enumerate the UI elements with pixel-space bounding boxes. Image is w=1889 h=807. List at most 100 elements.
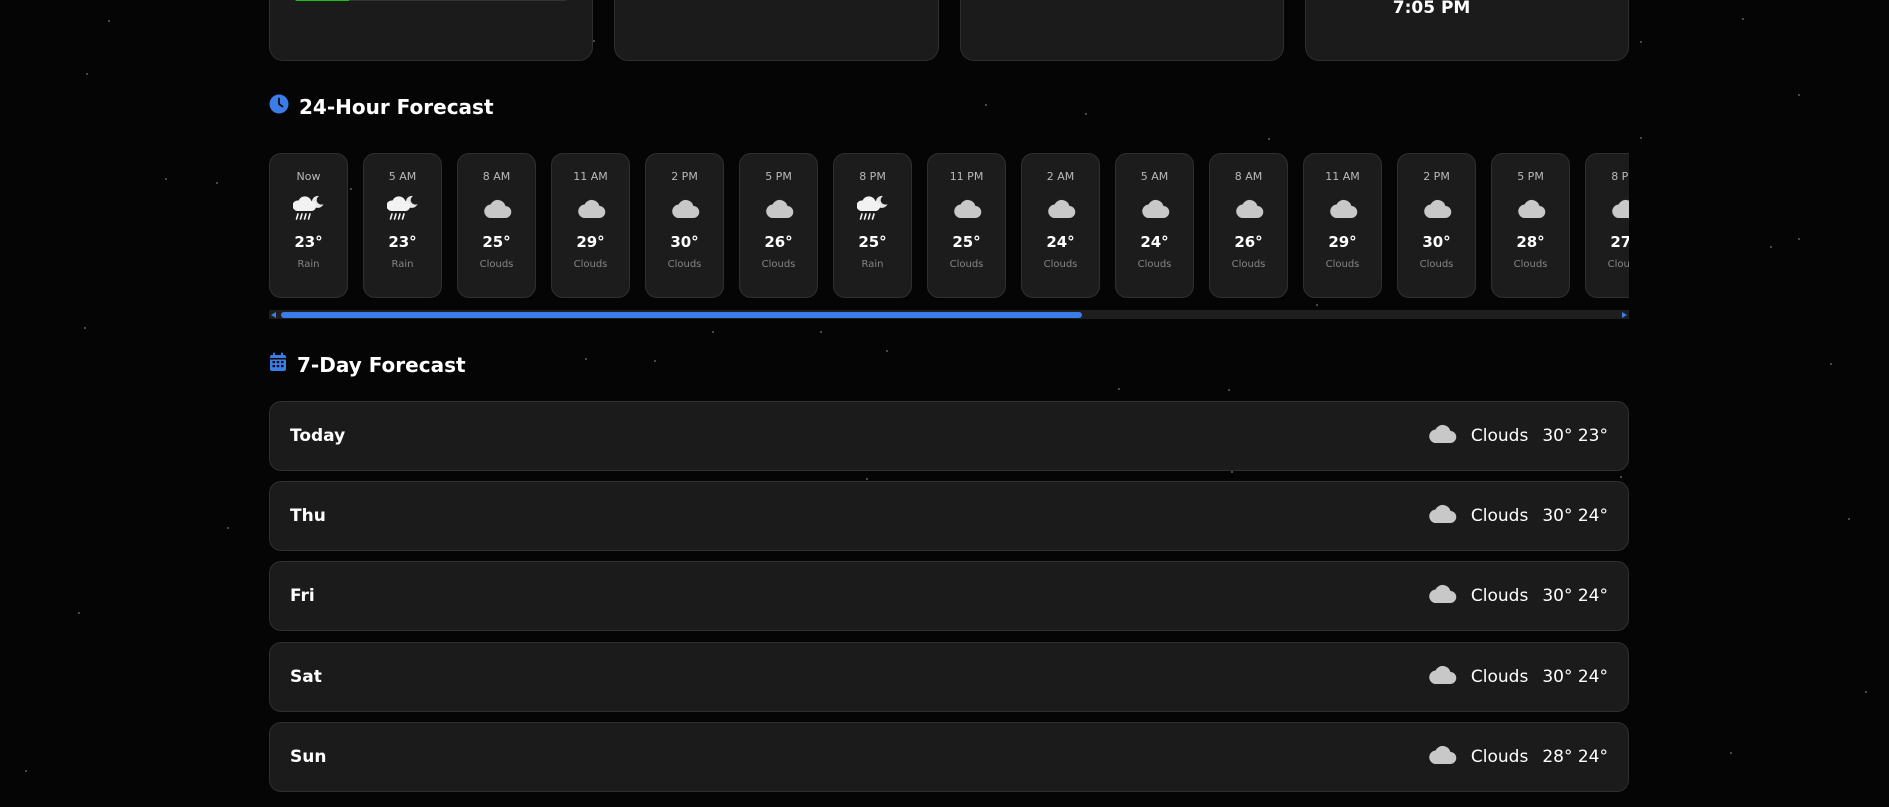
hourly-time: 8 PM: [1611, 170, 1629, 183]
daily-temps: 30° 24°: [1542, 666, 1608, 687]
star: [1640, 137, 1642, 139]
hourly-scrollbar[interactable]: [269, 310, 1629, 319]
hourly-temp: 29°: [576, 233, 605, 251]
star: [108, 20, 110, 22]
rain-night-icon: [386, 193, 419, 223]
hourly-forecast-label: 24-Hour Forecast: [299, 94, 494, 119]
scroll-right-arrow[interactable]: [1622, 312, 1627, 318]
hourly-card: 8 AM 26° Clouds: [1209, 153, 1288, 298]
summary-card: [959, 0, 1284, 61]
daily-summary: Clouds 30° 24°: [1427, 581, 1608, 610]
hourly-temp: 27°: [1610, 233, 1629, 251]
cloud-icon: [1427, 742, 1457, 771]
hourly-card: 5 PM 28° Clouds: [1491, 153, 1570, 298]
hourly-card: 2 PM 30° Clouds: [1397, 153, 1476, 298]
hourly-time: 8 AM: [482, 170, 511, 183]
cloud-icon: [1422, 193, 1452, 223]
calendar-icon: [269, 352, 287, 377]
hourly-forecast-scroller[interactable]: Now 23° Rain 5 AM 23° Rain 8 AM 25° Clouds 11 AM 2…: [269, 153, 1629, 300]
hourly-time: 2 AM: [1046, 170, 1075, 183]
hourly-condition: Clouds: [761, 259, 796, 270]
hourly-card: 11 PM 25° Clouds: [927, 153, 1006, 298]
star: [985, 104, 987, 106]
hourly-time: 11 AM: [1325, 170, 1360, 183]
hourly-condition: Clouds: [1231, 259, 1266, 270]
hourly-time: 5 AM: [388, 170, 417, 183]
cloud-icon: [1046, 193, 1076, 223]
progress-fill: [295, 0, 350, 1]
hourly-temp: 30°: [670, 233, 699, 251]
hourly-card: Now 23° Rain: [269, 153, 348, 298]
moon-icon: [1359, 0, 1373, 4]
star: [585, 358, 587, 360]
daily-condition: Clouds: [1470, 505, 1529, 526]
cloud-icon: [1427, 662, 1457, 691]
daily-row[interactable]: Sun Clouds 28° 24°: [269, 722, 1629, 792]
star: [1640, 41, 1642, 43]
hourly-time: 5 PM: [765, 170, 792, 183]
cloud-icon: [1427, 501, 1457, 530]
hourly-temp: 24°: [1046, 233, 1075, 251]
hourly-condition: Clouds: [1419, 259, 1454, 270]
scrollbar-thumb[interactable]: [281, 312, 1082, 318]
daily-row[interactable]: Sat Clouds 30° 24°: [269, 642, 1629, 712]
hourly-condition: Clouds: [1043, 259, 1078, 270]
cloud-icon: [482, 193, 512, 223]
hourly-time: 2 PM: [671, 170, 698, 183]
daily-condition: Clouds: [1470, 666, 1529, 687]
scroll-left-arrow[interactable]: [271, 312, 276, 318]
star: [654, 360, 656, 362]
daily-row[interactable]: Fri Clouds 30° 24°: [269, 561, 1629, 631]
star: [165, 178, 167, 180]
cloud-icon: [1427, 421, 1457, 450]
hourly-temp: 23°: [294, 233, 323, 251]
star: [1848, 518, 1850, 520]
hourly-time: 5 PM: [1517, 170, 1544, 183]
star: [78, 612, 80, 614]
summary-card: [614, 0, 939, 61]
daily-temps: 30° 23°: [1542, 425, 1608, 446]
sun-times-card: 7:05 PM: [1304, 0, 1629, 61]
hourly-temp: 25°: [858, 233, 887, 251]
daily-day: Thu: [290, 506, 326, 526]
hourly-time: 11 PM: [949, 170, 984, 183]
star: [1798, 238, 1800, 240]
daily-day: Sat: [290, 667, 322, 687]
hourly-card: 5 AM 24° Clouds: [1115, 153, 1194, 298]
hourly-temp: 29°: [1328, 233, 1357, 251]
daily-row[interactable]: Today Clouds 30° 23°: [269, 401, 1629, 471]
hourly-card: 8 PM 27° Clouds: [1585, 153, 1629, 298]
hourly-forecast-list: Now 23° Rain 5 AM 23° Rain 8 AM 25° Clouds 11 AM 2…: [269, 153, 1629, 298]
star: [25, 770, 27, 772]
progress-bar: [295, 0, 568, 1]
star: [866, 478, 868, 480]
hourly-card: 11 AM 29° Clouds: [1303, 153, 1382, 298]
star: [1118, 388, 1120, 390]
clock-icon: [269, 94, 289, 119]
daily-row[interactable]: Thu Clouds 30° 24°: [269, 481, 1629, 551]
daily-condition: Clouds: [1470, 746, 1529, 767]
daily-condition: Clouds: [1470, 425, 1529, 446]
star: [1730, 752, 1732, 754]
star: [86, 73, 88, 75]
daily-condition: Clouds: [1470, 585, 1529, 606]
hourly-condition: Rain: [861, 259, 884, 270]
daily-forecast-label: 7-Day Forecast: [297, 352, 466, 377]
star: [216, 182, 218, 184]
daily-temps: 30° 24°: [1542, 585, 1608, 606]
hourly-temp: 25°: [482, 233, 511, 251]
hourly-temp: 30°: [1422, 233, 1451, 251]
hourly-temp: 26°: [764, 233, 793, 251]
hourly-time: 8 PM: [859, 170, 886, 183]
cloud-icon: [1140, 193, 1170, 223]
hourly-condition: Clouds: [1137, 259, 1172, 270]
hourly-condition: Clouds: [573, 259, 608, 270]
star: [1268, 138, 1270, 140]
daily-temps: 30° 24°: [1542, 505, 1608, 526]
star: [1316, 304, 1318, 306]
cloud-icon: [1328, 193, 1358, 223]
hourly-condition: Rain: [391, 259, 414, 270]
hourly-card: 2 PM 30° Clouds: [645, 153, 724, 298]
hourly-forecast-title: 24-Hour Forecast: [269, 94, 494, 119]
star: [712, 331, 714, 333]
